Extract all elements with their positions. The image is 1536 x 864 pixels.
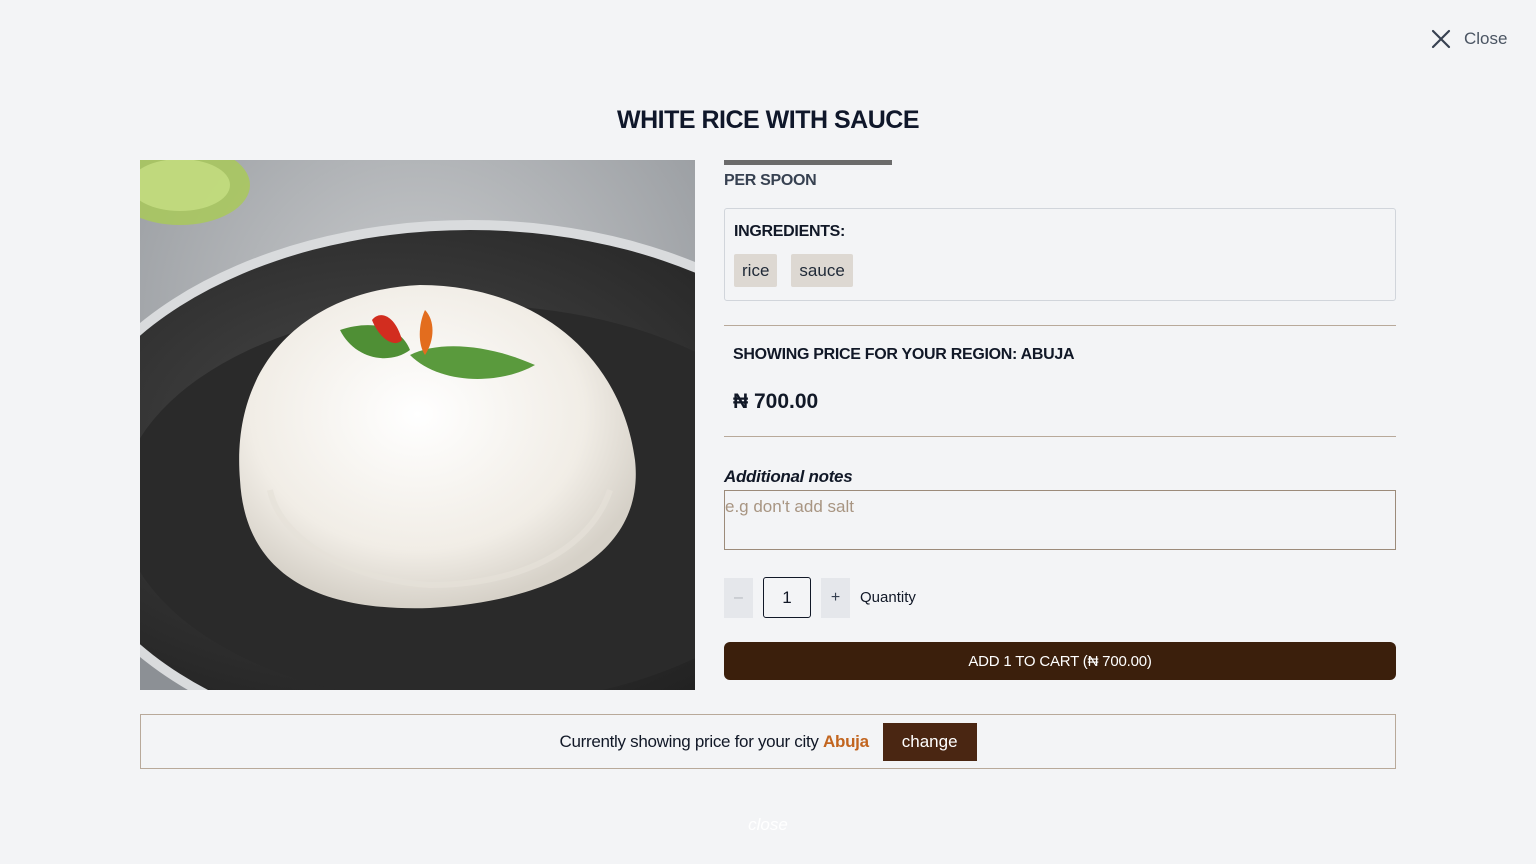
quantity-input[interactable]: 1	[763, 577, 811, 618]
add-to-cart-button[interactable]: ADD 1 TO CART (₦ 700.00)	[724, 642, 1396, 680]
city-price-text: Currently showing price for your city Ab…	[559, 731, 869, 752]
quantity-stepper: – 1 + Quantity	[724, 577, 1396, 618]
quantity-decrement-button[interactable]: –	[724, 577, 753, 618]
ingredients-panel: INGREDIENTS: rice sauce	[724, 208, 1396, 301]
product-modal: Close WHITE RICE WITH SAUCE PER SPOON IN…	[0, 0, 1536, 864]
city-price-prefix: Currently showing price for your city	[559, 731, 819, 751]
ingredients-title: INGREDIENTS:	[734, 223, 846, 240]
unit-label: PER SPOON	[724, 172, 817, 189]
close-label: Close	[1464, 29, 1508, 48]
city-price-bar: Currently showing price for your city Ab…	[140, 714, 1396, 769]
price-panel: SHOWING PRICE FOR YOUR REGION: ABUJA ₦ 7…	[724, 325, 1396, 437]
close-icon	[1430, 28, 1452, 50]
product-details: PER SPOON INGREDIENTS: rice sauce SHOWIN…	[724, 160, 1396, 680]
price-value: ₦ 700.00	[733, 390, 819, 413]
region-price-label: SHOWING PRICE FOR YOUR REGION: ABUJA	[733, 346, 1075, 363]
product-title: WHITE RICE WITH SAUCE	[617, 106, 920, 134]
quantity-label: Quantity	[860, 589, 916, 606]
ingredient-chip: rice	[734, 254, 778, 287]
ingredients-list: rice sauce	[734, 254, 1386, 287]
close-button[interactable]: Close	[1430, 28, 1507, 50]
ingredient-chip: sauce	[791, 254, 853, 287]
quantity-increment-button[interactable]: +	[821, 577, 850, 618]
product-image	[140, 160, 695, 690]
unit-indicator	[724, 160, 892, 165]
close-link[interactable]: close	[0, 815, 1536, 835]
city-name: Abuja	[823, 731, 869, 751]
notes-label: Additional notes	[724, 467, 853, 486]
notes-input[interactable]	[724, 490, 1396, 550]
change-city-button[interactable]: change	[882, 722, 977, 761]
